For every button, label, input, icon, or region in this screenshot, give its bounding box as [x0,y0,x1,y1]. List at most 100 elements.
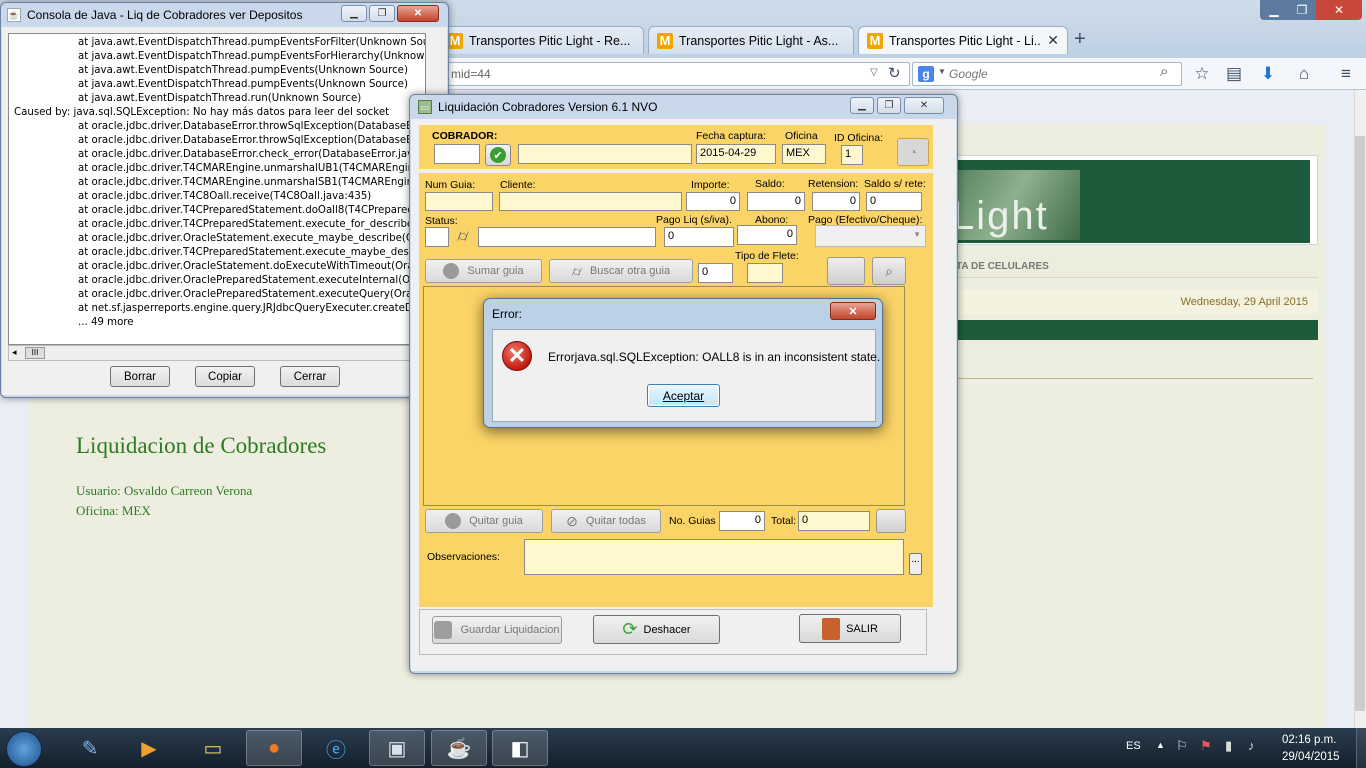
console-maximize-button[interactable]: ❐ [369,5,395,22]
java-icon[interactable]: ☕ [431,730,487,766]
app-icon[interactable]: ◧ [492,730,548,766]
site-logo-text: Light [952,194,1049,238]
num-guia-field[interactable] [425,192,493,211]
sumar-guia-button[interactable]: Sumar guia [425,259,542,283]
guardar-label: Guardar Liquidacion [460,624,560,636]
file-explorer-icon[interactable]: ▭ [185,730,241,766]
media-player-icon[interactable]: ▶ [121,730,177,766]
copy-button[interactable]: Copiar [195,366,255,387]
show-desktop-button[interactable] [1356,728,1366,768]
google-engine-icon[interactable]: g [918,66,934,82]
pago-tipo-select[interactable]: ▼ [815,225,926,247]
new-tab-button[interactable]: + [1074,28,1086,51]
console-line: at java.awt.EventDispatchThread.pumpEven… [78,37,426,48]
liq-close-button[interactable]: ✕ [904,97,944,114]
console-line: at oracle.jdbc.driver.T4CPreparedStateme… [78,219,424,230]
binoculars-icon[interactable]: ⌭ [451,225,475,249]
internet-explorer-icon[interactable]: ⓔ [308,730,364,766]
retension-field[interactable]: 0 [812,192,860,211]
pago-liq-field[interactable]: 0 [664,227,734,247]
cobrador-id-field[interactable] [434,144,480,164]
bookmark-star-icon[interactable]: ☆ [1190,62,1214,86]
downloads-icon[interactable]: ⬇ [1256,62,1280,86]
liq-maximize-button[interactable]: ❐ [877,97,901,114]
console-line: at oracle.jdbc.driver.T4CMAREngine.unmar… [78,163,426,174]
liq-title-bar[interactable]: ▭ Liquidación Cobradores Version 6.1 NVO [410,95,957,119]
browser-tab-1[interactable]: M Transportes Pitic Light - Re... [438,26,644,54]
more-button[interactable]: ... [909,553,922,575]
search-input[interactable]: Google [912,62,1182,86]
firefox-icon[interactable]: ● [246,730,302,766]
abono-field[interactable]: 0 [737,225,797,245]
guardar-button[interactable]: Guardar Liquidacion [432,616,562,644]
error-ok-button[interactable]: Aceptar [647,384,720,407]
browser-tab-3-active[interactable]: M Transportes Pitic Light - Li... ✕ [858,26,1068,54]
console-output[interactable]: at java.awt.EventDispatchThread.pumpEven… [8,33,426,345]
fecha-field[interactable]: 2015-04-29 [696,144,776,164]
remote-desktop-icon[interactable]: ▣ [369,730,425,766]
status-field[interactable] [425,227,449,247]
rss-feed-icon[interactable]: ◔ [897,138,929,166]
salir-button[interactable]: SALIR [799,614,901,643]
cliente-field[interactable] [499,192,682,211]
quitar-guia-button[interactable]: Quitar guia [425,509,543,533]
minimize-button[interactable]: ▁ [1260,0,1288,20]
scroll-thumb-icon[interactable]: III [25,347,45,359]
network-icon[interactable]: ⚐ [1176,738,1188,754]
liq-minimize-button[interactable]: ▁ [850,97,874,114]
tipo-flete-field[interactable] [747,263,783,283]
error-close-button[interactable]: ✕ [830,302,876,320]
action-center-icon[interactable]: ⚑ [1200,738,1212,754]
id-oficina-label: ID Oficina: [834,132,884,144]
quitar-todas-button[interactable]: ⊘ Quitar todas [551,509,661,533]
clock-time[interactable]: 02:16 p.m. [1282,734,1336,746]
table-view-icon[interactable] [827,257,865,285]
importe-field[interactable]: 0 [686,192,740,211]
maximize-button[interactable]: ❐ [1288,0,1316,20]
browser-tab-2[interactable]: M Transportes Pitic Light - As... [648,26,854,54]
site-menu-bar[interactable]: TA DE CELULARES [900,256,1318,278]
print-icon[interactable] [876,509,906,533]
start-orb-icon[interactable] [6,731,42,767]
home-icon[interactable]: ⌂ [1292,62,1316,86]
buscar-count-field[interactable]: 0 [698,263,733,283]
url-bar[interactable]: mid=44 [440,62,910,86]
search-icon[interactable]: ⌕ [1160,63,1168,80]
buscar-guia-button[interactable]: ⌭ Buscar otra guia [549,259,693,283]
validate-cobrador-button[interactable]: ✔ [485,144,511,166]
console-close-button[interactable]: ✕ [397,5,439,22]
menu-item[interactable]: TA DE CELULARES [956,261,1049,272]
reload-icon[interactable]: ↻ [888,64,901,82]
explorer-shortcut-icon[interactable]: ✎ [62,730,118,766]
oficina-field[interactable]: MEX [782,144,826,164]
url-dropdown-icon[interactable]: ▽ [870,67,878,78]
close-tab-icon[interactable]: ✕ [1047,32,1059,49]
status-description-field[interactable] [478,227,656,247]
saldo-field[interactable]: 0 [747,192,805,211]
saldo-rete-field[interactable]: 0 [866,192,922,211]
menu-icon[interactable]: ≡ [1334,62,1358,86]
volume-icon[interactable]: ♪ [1248,738,1255,753]
close-button[interactable]: Cerrar [280,366,340,387]
zoom-icon[interactable]: ⌕ [872,257,906,285]
console-minimize-button[interactable]: ▁ [341,5,367,22]
scroll-left-icon[interactable]: ◂ [12,347,17,358]
show-hidden-icons-icon[interactable]: ▲ [1156,740,1165,750]
total-field[interactable]: 0 [798,511,870,531]
deshacer-button[interactable]: ⟳ Deshacer [593,615,720,644]
checkmark-icon: ✔ [490,147,506,163]
saldo-rete-label: Saldo s/ rete: [864,178,926,190]
engine-dropdown-icon[interactable]: ▼ [938,67,946,76]
id-oficina-field[interactable]: 1 [841,145,863,165]
observaciones-field[interactable] [524,539,904,575]
clear-button[interactable]: Borrar [110,366,170,387]
cobrador-name-field[interactable] [518,144,692,164]
scrollbar-thumb[interactable] [1355,136,1365,711]
close-window-button[interactable]: ✕ [1316,0,1362,20]
signal-icon[interactable]: ▮ [1225,738,1232,754]
bookmarks-list-icon[interactable]: ▤ [1222,62,1246,86]
console-horizontal-scrollbar[interactable]: ◂ III [8,345,426,361]
clock-date[interactable]: 29/04/2015 [1282,751,1340,763]
language-indicator[interactable]: ES [1126,740,1141,752]
no-guias-field[interactable]: 0 [719,511,765,531]
